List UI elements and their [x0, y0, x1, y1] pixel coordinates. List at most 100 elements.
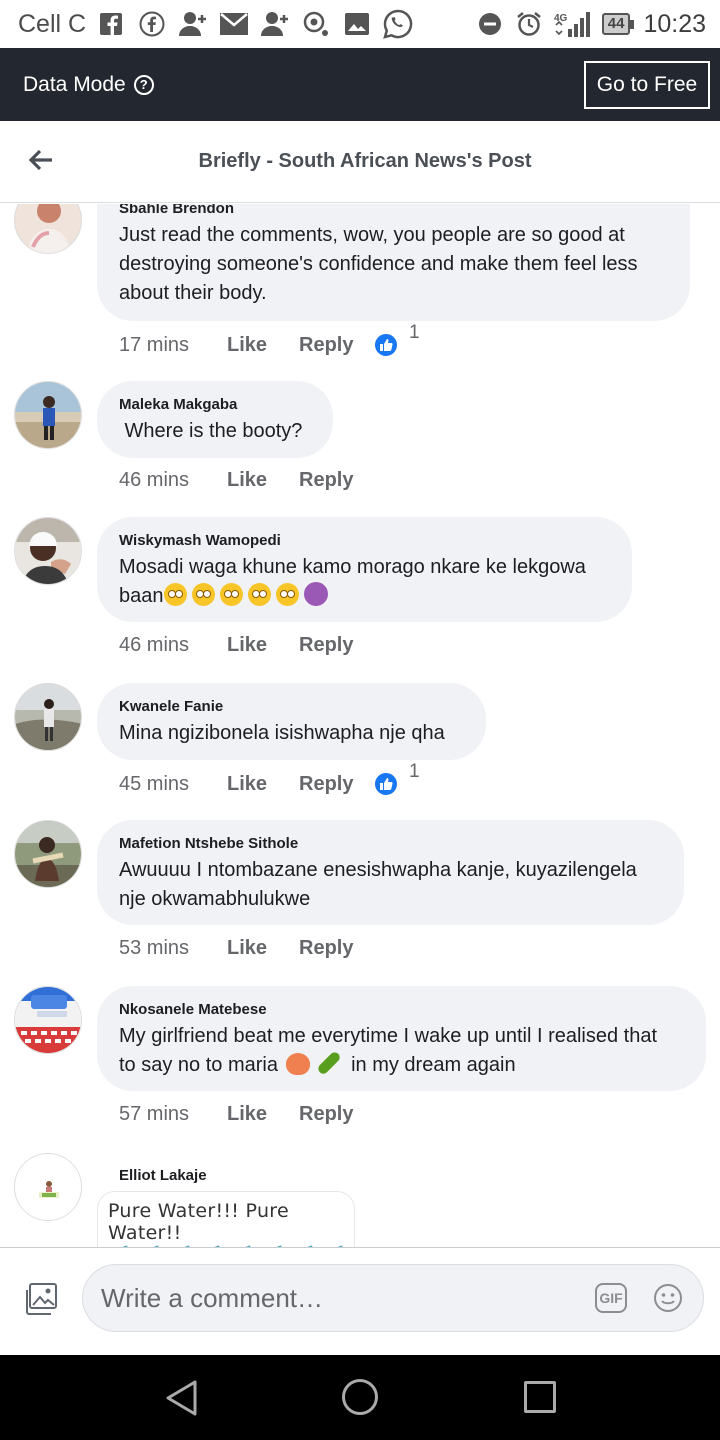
battery-indicator: 44 [601, 13, 635, 35]
cucumber-emoji-icon [315, 1050, 342, 1076]
like-button[interactable]: Like [227, 1103, 299, 1126]
page-title: Briefly - South African News's Post [198, 150, 532, 172]
like-button[interactable]: Like [227, 634, 299, 657]
comment-bubble[interactable]: Mafetion Ntshebe Sithole Awuuuu I ntomba… [97, 820, 684, 925]
avatar[interactable] [14, 1153, 82, 1221]
thumbs-up-icon [373, 332, 399, 358]
add-friend-icon [260, 9, 290, 39]
emoji-icon[interactable] [653, 1283, 683, 1313]
location-target-icon [301, 9, 331, 39]
reply-button[interactable]: Reply [299, 1103, 373, 1126]
reaction-summary[interactable]: 1 [373, 761, 420, 797]
mail-icon [219, 9, 249, 39]
status-bar: Cell C 4G 44 10:23 [0, 0, 720, 48]
like-button[interactable]: Like [227, 469, 299, 492]
reaction-count: 1 [409, 322, 420, 343]
comment-time[interactable]: 46 mins [119, 634, 227, 657]
whatsapp-icon [383, 9, 413, 39]
comment-author[interactable]: Sbahle Brendon [119, 204, 668, 217]
flushed-face-emoji-icon [275, 583, 299, 606]
comment-author[interactable]: Elliot Lakaje [119, 1167, 207, 1184]
avatar[interactable] [14, 820, 82, 888]
flushed-face-emoji-icon [247, 583, 271, 606]
facebook-square-icon [96, 9, 126, 39]
reply-button[interactable]: Reply [299, 334, 373, 357]
comment-actions: 45 mins Like Reply 1 [119, 761, 420, 797]
flushed-face-emoji-icon [163, 583, 187, 606]
thumbs-up-icon [373, 771, 399, 797]
data-mode-label[interactable]: Data Mode ? [23, 73, 154, 97]
comment-time[interactable]: 46 mins [119, 469, 227, 492]
flushed-face-emoji-icon [191, 583, 215, 606]
reply-button[interactable]: Reply [299, 469, 373, 492]
go-to-free-button[interactable]: Go to Free [584, 60, 710, 109]
comment-sticker[interactable]: Pure Water!!! Pure Water!! [97, 1191, 355, 1247]
avatar[interactable] [14, 986, 82, 1054]
comment-composer: GIF [0, 1247, 720, 1355]
comment-author[interactable]: Wiskymash Wamopedi [119, 532, 610, 549]
android-nav-bar [0, 1355, 720, 1440]
comment-text-line: baan [119, 585, 164, 607]
like-button[interactable]: Like [227, 937, 299, 960]
comment-input[interactable] [101, 1279, 581, 1317]
system-status-icons: 4G 44 10:23 [475, 9, 706, 39]
data-mode-bar: Data Mode ? Go to Free [0, 48, 720, 121]
comment-time[interactable]: 57 mins [119, 1103, 227, 1126]
comment-bubble[interactable]: Kwanele Fanie Mina ngizibonela isishwaph… [97, 683, 486, 760]
reaction-count: 1 [409, 761, 420, 782]
comment-text-line: My girlfriend beat me everytime I wake u… [119, 1025, 658, 1047]
facebook-circle-icon [137, 9, 167, 39]
avatar[interactable] [14, 381, 82, 449]
comment-input-box[interactable]: GIF [82, 1264, 704, 1332]
comment-text: Where is the booty? [119, 420, 303, 442]
photo-icon[interactable] [24, 1282, 58, 1316]
comment-actions: 57 mins Like Reply [119, 1103, 373, 1126]
gallery-icon [342, 9, 372, 39]
nav-home-icon[interactable] [342, 1379, 378, 1415]
comment-author[interactable]: Mafetion Ntshebe Sithole [119, 835, 662, 852]
comments-list[interactable]: Sbahle Brendon Just read the comments, w… [0, 204, 720, 1247]
nav-recent-apps-icon[interactable] [524, 1381, 556, 1413]
signal-icon: 4G [553, 9, 593, 39]
comment-bubble[interactable]: Nkosanele Matebese My girlfriend beat me… [97, 986, 706, 1091]
reply-button[interactable]: Reply [299, 937, 373, 960]
alarm-icon [514, 9, 544, 39]
do-not-disturb-icon [475, 9, 505, 39]
comment-bubble[interactable]: Wiskymash Wamopedi Mosadi waga khune kam… [97, 517, 632, 622]
like-button[interactable]: Like [227, 334, 299, 357]
comment-actions: 53 mins Like Reply [119, 937, 373, 960]
comment-author[interactable]: Kwanele Fanie [119, 698, 464, 715]
comment-time[interactable]: 45 mins [119, 773, 227, 796]
svg-text:4G: 4G [554, 13, 568, 24]
reply-button[interactable]: Reply [299, 773, 373, 796]
comment-actions: 17 mins Like Reply 1 [119, 322, 420, 358]
comment-text-line: in my dream again [351, 1054, 516, 1076]
reply-button[interactable]: Reply [299, 634, 373, 657]
avatar[interactable] [14, 517, 82, 585]
comment-actions: 46 mins Like Reply [119, 469, 373, 492]
notification-icons [96, 9, 413, 39]
comment-bubble[interactable]: Sbahle Brendon Just read the comments, w… [97, 204, 690, 321]
avatar[interactable] [14, 204, 82, 254]
flushed-face-emoji-icon [219, 583, 243, 606]
peach-emoji-icon [285, 1053, 310, 1075]
reaction-summary[interactable]: 1 [373, 322, 420, 358]
like-button[interactable]: Like [227, 773, 299, 796]
help-icon[interactable]: ? [133, 74, 154, 95]
comment-text-line: to say no to maria [119, 1054, 278, 1076]
gif-icon[interactable]: GIF [595, 1283, 627, 1313]
comment-bubble[interactable]: Maleka Makgaba Where is the booty? [97, 381, 333, 458]
comment-author[interactable]: Nkosanele Matebese [119, 1001, 684, 1018]
comment-time[interactable]: 53 mins [119, 937, 227, 960]
data-mode-text: Data Mode [23, 72, 126, 96]
comment-text: Mina ngizibonela isishwapha nje qha [119, 722, 445, 744]
back-arrow-icon[interactable] [26, 145, 56, 175]
avatar[interactable] [14, 683, 82, 751]
carrier-name: Cell C [18, 9, 87, 38]
post-header: Briefly - South African News's Post [0, 121, 720, 203]
comment-text: Just read the comments, wow, you people … [119, 224, 638, 304]
comment-author[interactable]: Maleka Makgaba [119, 396, 311, 413]
comment-text-line: Mosadi waga khune kamo morago nkare ke l… [119, 556, 586, 578]
nav-back-icon[interactable] [164, 1379, 198, 1422]
comment-time[interactable]: 17 mins [119, 334, 227, 357]
